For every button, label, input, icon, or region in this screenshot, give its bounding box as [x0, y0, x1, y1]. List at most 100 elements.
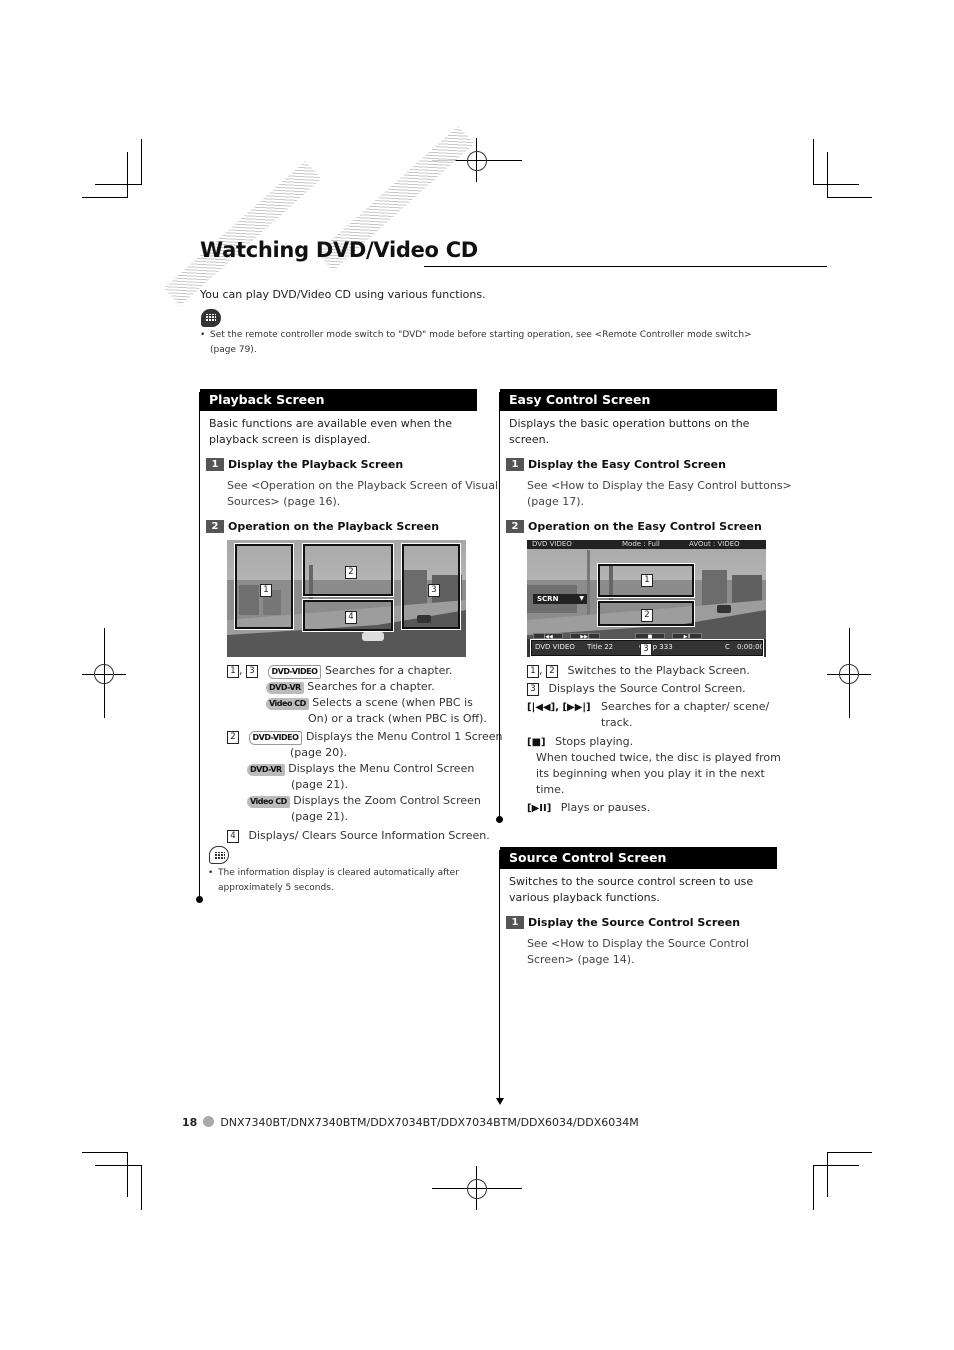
registration-mark: [839, 664, 859, 684]
crop-mark: [95, 1165, 142, 1166]
zone-label: 2: [641, 609, 653, 622]
dvd-vr-badge-icon: DVD-VR: [266, 682, 304, 694]
step-heading: 2 Operation on the Playback Screen: [206, 520, 439, 533]
touch-zone-3[interactable]: 3: [530, 639, 764, 657]
section-heading-easy-control: Easy Control Screen: [500, 389, 777, 411]
easy-item: [▶II] Plays or pauses.: [527, 800, 650, 817]
text-line: its beginning when you play it in the ne…: [536, 767, 765, 780]
car: [362, 632, 384, 641]
crop-mark: [813, 1165, 814, 1210]
key-label: 2: [227, 731, 239, 744]
step-title: Display the Playback Screen: [228, 458, 404, 471]
top-status-bar: DVD VIDEO Mode : Full AVOut : VIDEO: [527, 540, 766, 549]
note-bullet: •: [208, 868, 214, 878]
item-text: Switches to the Playback Screen.: [567, 664, 750, 677]
step-title: Operation on the Easy Control Screen: [528, 520, 762, 533]
easy-control-screen-illustration: DVD VIDEO Mode : Full AVOut : VIDEO SCRN…: [527, 540, 766, 657]
note-line: approximately 5 seconds.: [218, 883, 334, 893]
item-text: Searches for a chapter.: [324, 664, 453, 677]
key-label: 1: [227, 665, 239, 678]
step-heading: 1 Display the Easy Control Screen: [506, 458, 726, 471]
flow-dot: [496, 816, 503, 823]
page-title: Watching DVD/Video CD: [200, 238, 478, 262]
step-number: 2: [506, 520, 524, 533]
note-line: The information display is cleared autom…: [218, 868, 459, 878]
scrn-label: SCRN: [537, 595, 559, 603]
text-line: Switches to the source control screen to…: [509, 875, 754, 888]
dvd-video-badge-icon: DVD-VIDEO: [248, 731, 303, 745]
playback-item: Video CD Displays the Zoom Control Scree…: [247, 793, 481, 809]
crop-mark: [82, 1152, 128, 1153]
flow-line: [499, 850, 500, 1100]
note-line: (page 79).: [210, 345, 257, 355]
step-title: Operation on the Playback Screen: [228, 520, 440, 533]
flow-line: [199, 392, 200, 899]
item-text: Stops playing.: [555, 735, 634, 748]
key-label: 3: [246, 665, 258, 678]
crop-mark: [141, 139, 142, 185]
playback-item: DVD-VR Displays the Menu Control Screen: [247, 761, 474, 777]
playback-item: DVD-VR Searches for a chapter.: [266, 679, 435, 695]
zone-label: 3: [428, 584, 440, 597]
note-line: Set the remote controller mode switch to…: [210, 330, 752, 340]
zone-label: 4: [345, 611, 357, 624]
step-number: 1: [506, 458, 524, 471]
page-footer: 18 DNX7340BT/DNX7340BTM/DDX7034BT/DDX7034…: [182, 1116, 639, 1129]
item-text-continued: When touched twice, the disc is played f…: [536, 750, 781, 798]
touch-zone-1[interactable]: 1: [597, 563, 695, 598]
touch-zone-4[interactable]: 4: [302, 599, 394, 632]
playback-item: 2 DVD-VIDEO Displays the Menu Control 1 …: [227, 729, 503, 745]
item-text-continued: On) or a track (when PBC is Off).: [308, 712, 487, 725]
scrn-button[interactable]: SCRN ▼: [533, 594, 587, 604]
video-cd-badge-icon: Video CD: [266, 698, 309, 710]
text-line: Sources> (page 16).: [227, 495, 341, 508]
car: [717, 605, 731, 613]
dvd-vr-badge-icon: DVD-VR: [247, 764, 285, 776]
crop-mark: [827, 152, 828, 198]
easy-item: 1, 2 Switches to the Playback Screen.: [527, 663, 750, 679]
touch-zone-3[interactable]: 3: [401, 543, 461, 630]
step-title: Display the Easy Control Screen: [528, 458, 726, 471]
item-text: Displays/ Clears Source Information Scre…: [248, 829, 490, 842]
text-line: playback screen is displayed.: [209, 433, 371, 446]
crop-mark: [127, 1152, 128, 1197]
zone-label: 1: [641, 574, 653, 587]
text-line: screen.: [509, 433, 550, 446]
touch-zone-2[interactable]: 2: [302, 543, 394, 597]
crop-mark: [127, 152, 128, 198]
crop-mark: [827, 197, 872, 198]
playback-item: 1, 3 DVD-VIDEO Searches for a chapter.: [227, 663, 487, 679]
item-text: Displays the Menu Control 1 Screen: [305, 730, 503, 743]
text-line: Screen> (page 14).: [527, 953, 635, 966]
crop-mark: [827, 1152, 828, 1197]
section-description: Switches to the source control screen to…: [509, 874, 753, 906]
tip-icon: [209, 846, 229, 864]
item-text: Searches for a chapter/ scene/: [601, 700, 770, 713]
touch-zone-1[interactable]: 1: [234, 543, 294, 630]
section-description: Displays the basic operation buttons on …: [509, 416, 749, 448]
title-rule: [424, 266, 827, 267]
item-text: Plays or pauses.: [560, 801, 651, 814]
easy-item: 3 Displays the Source Control Screen.: [527, 681, 746, 697]
step-number: 1: [506, 916, 524, 929]
intro-text: You can play DVD/Video CD using various …: [200, 288, 486, 301]
item-text-continued: (page 21).: [291, 778, 349, 791]
crop-mark: [141, 1165, 142, 1210]
flow-line: [499, 392, 500, 819]
item-text-continued: (page 20).: [290, 746, 348, 759]
zone-label: 1: [260, 584, 272, 597]
step-text: See <Operation on the Playback Screen of…: [227, 478, 498, 510]
circle-icon: [203, 1116, 215, 1127]
text-line: time.: [536, 783, 565, 796]
item-text-continued: track.: [601, 716, 633, 729]
touch-zone-2[interactable]: 2: [597, 600, 695, 627]
source-label: DVD VIDEO: [532, 540, 572, 548]
crop-mark: [813, 1165, 859, 1166]
dropdown-arrow-icon: ▼: [579, 595, 584, 602]
step-title: Display the Source Control Screen: [528, 916, 741, 929]
step-heading: 1 Display the Source Control Screen: [506, 916, 740, 929]
page-number: 18: [182, 1116, 198, 1129]
note-bullet: •: [200, 330, 206, 340]
step-number: 1: [206, 458, 224, 471]
playback-item: Video CD Selects a scene (when PBC is: [266, 695, 473, 711]
